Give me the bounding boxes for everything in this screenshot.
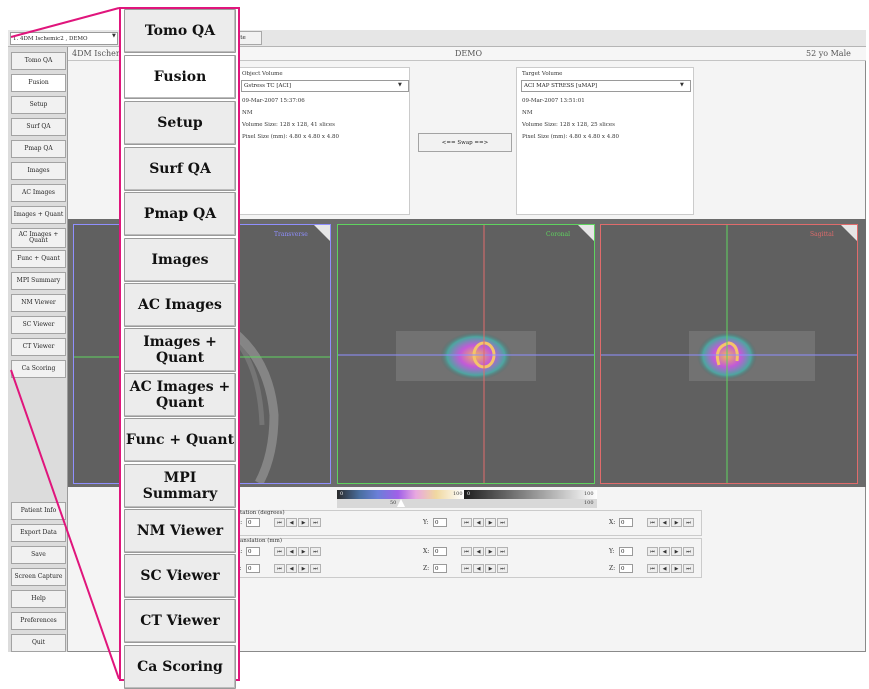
callout-func-quant[interactable]: Func + Quant (124, 418, 236, 462)
callout-tomo-qa[interactable]: Tomo QA (124, 9, 236, 53)
callout-ac-images-quant[interactable]: AC Images + Quant (124, 373, 236, 417)
callout-ct-viewer[interactable]: CT Viewer (124, 599, 236, 643)
callout-ac-images[interactable]: AC Images (124, 283, 236, 327)
callout-pmap-qa[interactable]: Pmap QA (124, 192, 236, 236)
callout-setup[interactable]: Setup (124, 101, 236, 145)
callout-mpi-summary[interactable]: MPI Summary (124, 464, 236, 508)
callout-images-quant[interactable]: Images + Quant (124, 328, 236, 372)
callout-nm-viewer[interactable]: NM Viewer (124, 509, 236, 553)
callout-sc-viewer[interactable]: SC Viewer (124, 554, 236, 598)
callout-ca-scoring[interactable]: Ca Scoring (124, 645, 236, 689)
callout-surf-qa[interactable]: Surf QA (124, 147, 236, 191)
callout-images[interactable]: Images (124, 238, 236, 282)
callout-fusion[interactable]: Fusion (124, 55, 236, 99)
